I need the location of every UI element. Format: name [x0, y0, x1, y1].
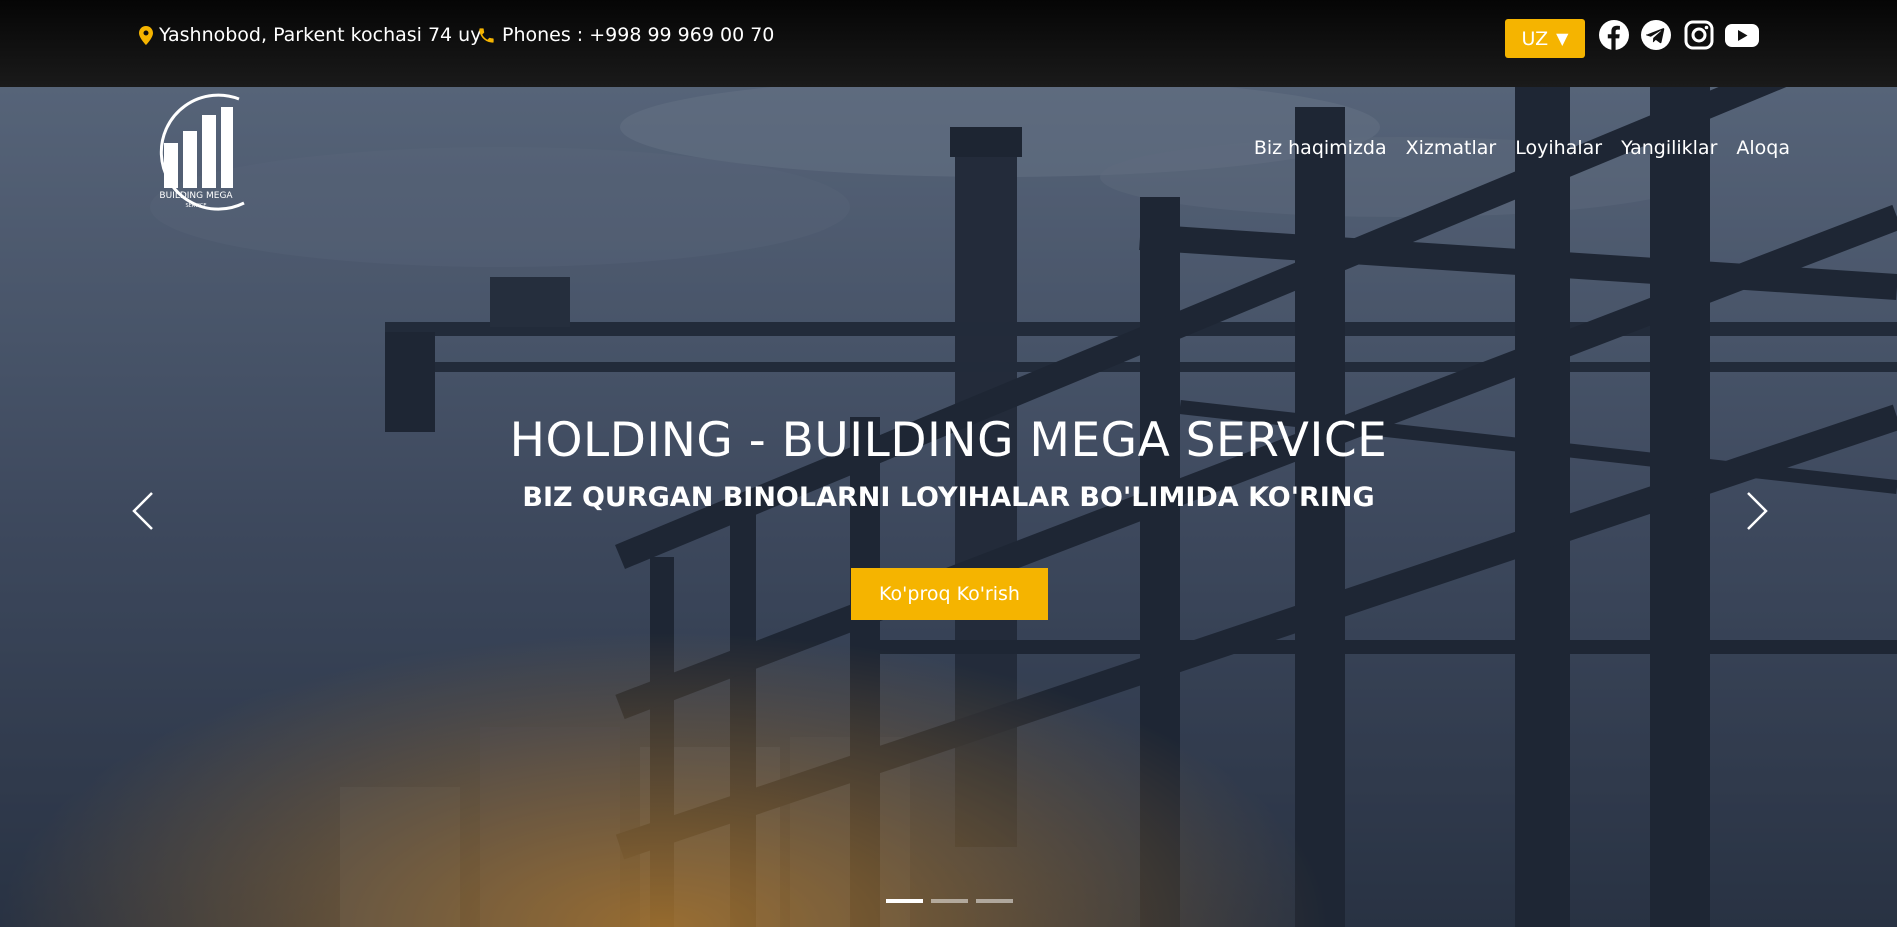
nav-item-contact[interactable]: Aloqa	[1736, 137, 1790, 159]
main-nav: Biz haqimizda Xizmatlar Loyihalar Yangil…	[1254, 137, 1790, 159]
carousel-indicator-2[interactable]	[931, 899, 968, 903]
hero-carousel: BUILDING MEGA SERVICE Biz haqimizda Xizm…	[0, 87, 1897, 927]
address-text: Yashnobod, Parkent kochasi 74 uy	[159, 24, 482, 46]
phone-text[interactable]: Phones : +998 99 969 00 70	[502, 24, 774, 46]
carousel-indicator-1[interactable]	[886, 899, 923, 903]
address: Yashnobod, Parkent kochasi 74 uy	[139, 24, 481, 46]
phone: Phones : +998 99 969 00 70	[477, 24, 774, 46]
hero-title: HOLDING - BUILDING MEGA SERVICE	[509, 413, 1388, 468]
carousel-indicator-3[interactable]	[976, 899, 1013, 903]
learn-more-button[interactable]: Ko'proq Ko'rish	[851, 568, 1048, 620]
youtube-icon[interactable]	[1724, 19, 1760, 51]
carousel-prev-icon[interactable]	[130, 491, 156, 531]
logo-line1: BUILDING MEGA	[159, 191, 233, 201]
map-pin-icon	[139, 25, 153, 45]
phone-icon	[479, 27, 494, 43]
caret-down-icon: ▼	[1556, 29, 1569, 48]
language-dropdown[interactable]: UZ ▼	[1505, 19, 1585, 58]
nav-item-services[interactable]: Xizmatlar	[1406, 137, 1497, 159]
nav-item-news[interactable]: Yangiliklar	[1621, 137, 1717, 159]
logo-line2: SERVICE	[185, 203, 206, 209]
language-label: UZ	[1521, 27, 1549, 50]
facebook-icon[interactable]	[1598, 19, 1630, 51]
carousel-next-icon[interactable]	[1744, 491, 1770, 531]
instagram-icon[interactable]	[1683, 19, 1715, 51]
company-logo[interactable]: BUILDING MEGA SERVICE	[139, 93, 253, 217]
carousel-indicators	[886, 899, 1013, 903]
nav-item-about[interactable]: Biz haqimizda	[1254, 137, 1387, 159]
hero-subtitle: BIZ QURGAN BINOLARNI LOYIHALAR BO'LIMIDA…	[522, 482, 1375, 513]
telegram-icon[interactable]	[1640, 19, 1672, 51]
nav-item-projects[interactable]: Loyihalar	[1515, 137, 1602, 159]
top-bar: Yashnobod, Parkent kochasi 74 uy Phones …	[0, 0, 1897, 87]
